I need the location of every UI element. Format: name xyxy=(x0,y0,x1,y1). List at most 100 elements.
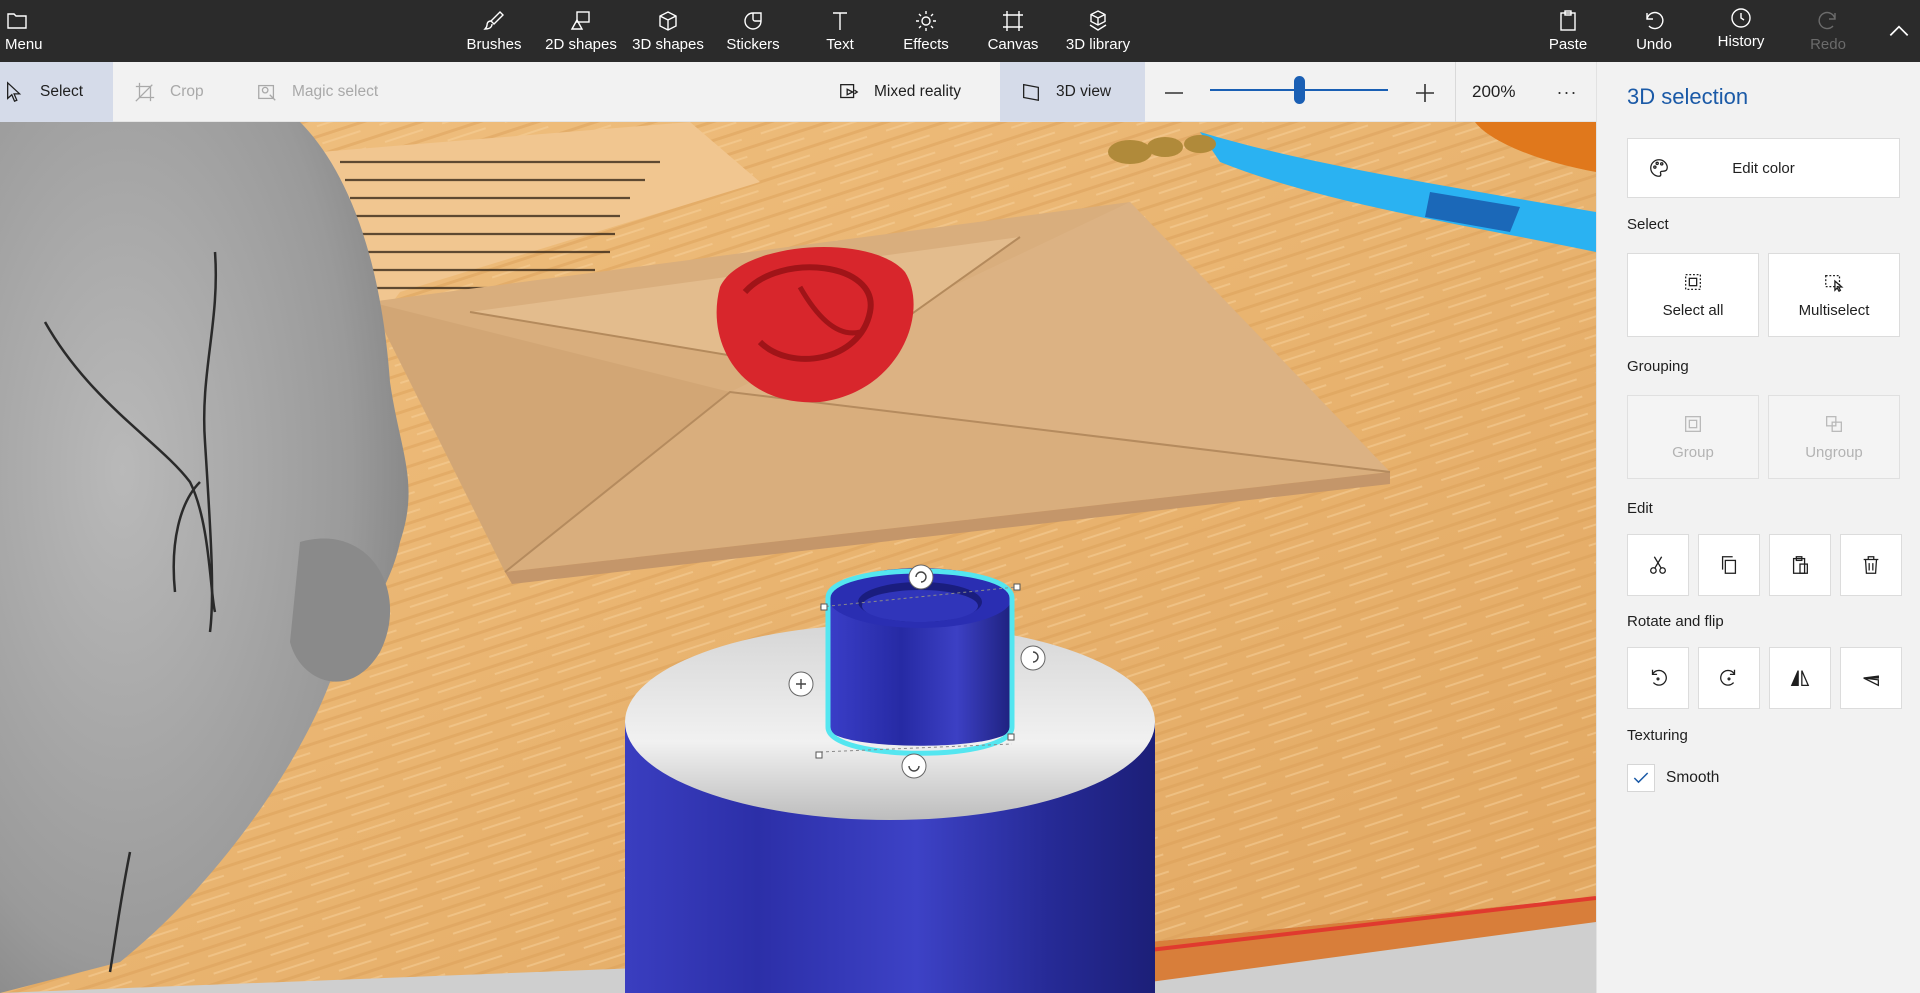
tool-text[interactable]: Text xyxy=(805,0,875,62)
ungroup-icon xyxy=(1826,416,1842,432)
3d-selection-panel: 3D selection Edit color Select Select al… xyxy=(1596,62,1920,993)
tool-brushes[interactable]: Brushes xyxy=(459,0,529,62)
tool-label: Brushes xyxy=(466,36,522,53)
tool-label: Effects xyxy=(903,36,949,53)
tool-3d-library[interactable]: 3D library xyxy=(1062,0,1134,62)
select-all-button[interactable]: Select all xyxy=(1627,253,1759,337)
3d-canvas[interactable] xyxy=(0,122,1596,993)
crop-label: Crop xyxy=(170,83,204,100)
paste-label: Paste xyxy=(1548,36,1588,53)
tool-canvas[interactable]: Canvas xyxy=(978,0,1048,62)
magic-select-icon xyxy=(258,84,276,101)
magic-select-tool[interactable]: Magic select xyxy=(256,62,446,122)
zoom-out-icon[interactable] xyxy=(1162,83,1186,103)
copy-button[interactable] xyxy=(1698,534,1760,596)
flip-vertical-icon xyxy=(1863,675,1879,687)
tool-stickers[interactable]: Stickers xyxy=(718,0,788,62)
3d-library-icon xyxy=(1089,10,1107,31)
group-icon xyxy=(1685,416,1701,432)
effects-icon xyxy=(916,11,936,31)
paste-icon xyxy=(1560,10,1576,31)
rotate-left-icon xyxy=(1651,669,1667,686)
edit-color-button[interactable]: Edit color xyxy=(1627,138,1900,198)
cut-button[interactable] xyxy=(1627,534,1689,596)
mixed-reality-label: Mixed reality xyxy=(874,83,961,100)
menu-button[interactable]: Menu xyxy=(0,0,52,62)
zoom-in-icon[interactable] xyxy=(1413,81,1437,105)
tool-label: 2D shapes xyxy=(545,36,617,53)
menu-label: Menu xyxy=(5,36,43,53)
tool-effects[interactable]: Effects xyxy=(891,0,961,62)
palette-icon xyxy=(1650,159,1668,177)
ungroup-button[interactable]: Ungroup xyxy=(1768,395,1900,479)
paste-button[interactable]: Paste xyxy=(1546,0,1590,62)
group-button[interactable]: Group xyxy=(1627,395,1759,479)
select-label: Select xyxy=(40,83,84,100)
folder-icon xyxy=(7,13,27,29)
zoom-level-readout[interactable]: 200% xyxy=(1472,62,1515,122)
edit-color-label: Edit color xyxy=(1732,159,1795,177)
smooth-checkbox[interactable] xyxy=(1627,764,1655,792)
texturing-heading: Texturing xyxy=(1627,727,1688,744)
edit-heading: Edit xyxy=(1627,500,1653,517)
mixed-reality-button[interactable]: Mixed reality xyxy=(838,62,998,122)
history-button[interactable]: History xyxy=(1715,0,1767,62)
scissors-icon xyxy=(1650,556,1666,574)
brush-icon xyxy=(483,11,504,30)
more-options-button[interactable]: ··· xyxy=(1548,62,1586,122)
flip-horizontal-button[interactable] xyxy=(1769,647,1831,709)
undo-icon xyxy=(1646,11,1664,30)
select-all-icon xyxy=(1685,274,1701,290)
3d-view-label: 3D view xyxy=(1056,83,1112,100)
flip-horizontal-icon xyxy=(1790,670,1810,686)
3d-shapes-icon xyxy=(659,11,677,31)
tool-2d-shapes[interactable]: 2D shapes xyxy=(542,0,620,62)
rotate-flip-heading: Rotate and flip xyxy=(1627,613,1724,630)
text-icon xyxy=(833,12,847,30)
ungroup-label: Ungroup xyxy=(1805,444,1863,461)
tool-3d-shapes[interactable]: 3D shapes xyxy=(628,0,708,62)
redo-icon xyxy=(1818,11,1836,30)
magic-select-label: Magic select xyxy=(292,83,379,100)
undo-label: Undo xyxy=(1636,36,1672,53)
toolbar-divider xyxy=(1455,62,1456,122)
stickers-icon xyxy=(744,12,762,30)
history-icon xyxy=(1731,8,1751,28)
paste-icon xyxy=(1792,556,1808,574)
smooth-label: Smooth xyxy=(1666,769,1720,786)
smooth-toggle[interactable]: Smooth xyxy=(1627,764,1719,792)
history-label: History xyxy=(1717,33,1765,50)
select-all-label: Select all xyxy=(1662,302,1724,319)
flip-vertical-button[interactable] xyxy=(1840,647,1902,709)
select-tool[interactable]: Select xyxy=(0,62,113,122)
3d-view-icon xyxy=(1023,83,1039,102)
grouping-heading: Grouping xyxy=(1627,358,1689,375)
undo-button[interactable]: Undo xyxy=(1632,0,1676,62)
multiselect-button[interactable]: Multiselect xyxy=(1768,253,1900,337)
top-menubar: Menu Brushes 2D shapes 3D shapes Sticker… xyxy=(0,0,1920,62)
chevron-up-icon[interactable] xyxy=(1886,18,1912,44)
delete-button[interactable] xyxy=(1840,534,1902,596)
multiselect-label: Multiselect xyxy=(1798,302,1870,319)
selected-blue-ring xyxy=(828,568,1012,746)
rotate-left-button[interactable] xyxy=(1627,647,1689,709)
crop-icon xyxy=(135,82,155,102)
tool-label: 3D shapes xyxy=(632,36,704,53)
tool-label: Stickers xyxy=(726,36,780,53)
paste-panel-button[interactable] xyxy=(1769,534,1831,596)
cursor-arrow-icon xyxy=(7,81,22,102)
mixed-reality-icon xyxy=(840,84,859,99)
3d-view-button[interactable]: 3D view xyxy=(1000,62,1145,122)
checkmark-icon xyxy=(1633,772,1649,784)
select-heading: Select xyxy=(1627,216,1669,233)
crop-tool[interactable]: Crop xyxy=(134,62,234,122)
trash-icon xyxy=(1863,556,1879,574)
tool-label: 3D library xyxy=(1065,36,1131,53)
redo-button[interactable]: Redo xyxy=(1806,0,1850,62)
copy-icon xyxy=(1721,556,1737,574)
zoom-slider-thumb[interactable] xyxy=(1293,76,1305,104)
group-label: Group xyxy=(1672,444,1714,461)
rotate-right-button[interactable] xyxy=(1698,647,1760,709)
redo-label: Redo xyxy=(1810,36,1846,53)
multiselect-icon xyxy=(1825,274,1844,293)
